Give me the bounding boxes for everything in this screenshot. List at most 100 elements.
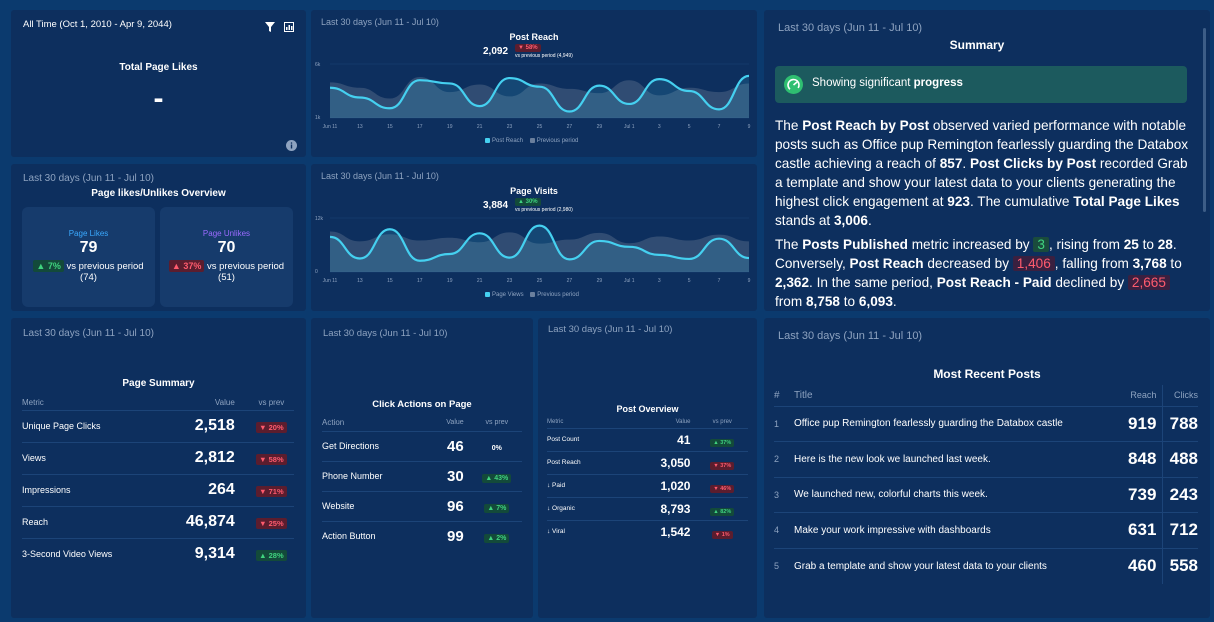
change-cell: ▲ 2% — [471, 520, 522, 551]
post-reach: 919 — [1120, 405, 1164, 442]
post-title: Grab a template and show your latest dat… — [794, 547, 1121, 584]
gauge-icon — [784, 75, 803, 99]
table-row: Post Count 41 ▲ 37% — [547, 427, 748, 451]
period-label: Last 30 days (Jun 11 - Jul 10) — [323, 328, 448, 339]
post-index: 2 — [774, 441, 794, 477]
metric-value: 8,793 — [619, 496, 697, 520]
change-cell: ▲ 28% — [248, 537, 294, 570]
col-header: Value — [446, 419, 464, 427]
y-tick-label: 6k — [315, 62, 321, 68]
metric-label: Reach — [22, 505, 156, 538]
text-segment: . — [962, 156, 970, 171]
table-row: 3 We launched new, colorful charts this w… — [774, 476, 1198, 513]
bold-text: Post Reach by Post — [802, 118, 930, 133]
x-tick-label: Jun 11 — [323, 124, 338, 130]
likes-overview-card: Last 30 days (Jun 11 - Jul 10) Page like… — [11, 164, 306, 311]
x-tick-label: 27 — [567, 278, 573, 284]
text-segment: . — [867, 213, 872, 228]
table-row: Impressions 264 ▼ 71% — [22, 473, 294, 506]
text-segment: stands at — [775, 213, 834, 228]
legend-previous: Previous period — [529, 138, 578, 144]
x-tick-label: 3 — [658, 124, 661, 130]
chart-icon[interactable] — [284, 19, 294, 37]
col-header: # — [774, 389, 780, 401]
change-cell: ▲ 7% — [471, 490, 522, 521]
summary-text: The Post Reach by Post observed varied p… — [775, 116, 1195, 311]
page-likes-box: Page Likes 79 ▲ 7% vs previous period (7… — [22, 207, 155, 307]
post-clicks: 788 — [1162, 405, 1198, 442]
table-row: 3-Second Video Views 9,314 ▲ 28% — [22, 537, 294, 570]
info-icon[interactable] — [286, 138, 297, 156]
metric-label: ↓ Organic — [547, 496, 620, 520]
bold-text: Post Clicks by Post — [969, 156, 1097, 171]
bold-text: 3,768 — [1132, 256, 1167, 271]
x-tick-label: 3 — [658, 278, 661, 284]
change-badge: ▼ 1% — [711, 530, 733, 539]
col-header: Clicks — [1174, 390, 1198, 401]
chart-title: Page Visits — [510, 186, 558, 196]
banner-text: Showing significant — [812, 77, 914, 89]
filter-icon[interactable] — [265, 19, 275, 37]
post-reach-chart-card: Last 30 days (Jun 11 - Jul 10) Post Reac… — [311, 10, 757, 157]
text-segment: The — [775, 237, 803, 252]
summary-card: Last 30 days (Jun 11 - Jul 10) Summary S… — [764, 10, 1210, 311]
metric-value: 30 — [427, 460, 472, 491]
page-unlikes-value: 70 — [217, 239, 236, 256]
post-reach: 460 — [1120, 547, 1164, 584]
total-likes-value: - — [153, 82, 164, 115]
period-label: Last 30 days (Jun 11 - Jul 10) — [778, 330, 923, 342]
x-tick-label: 27 — [567, 124, 573, 130]
chart-legend: Post Reach Previous period — [485, 138, 578, 144]
summary-paragraph-1: The Post Reach by Post observed varied p… — [775, 116, 1195, 230]
x-tick-label: 29 — [597, 124, 603, 130]
change-badge: ▲ 43% — [482, 474, 512, 483]
x-tick-label: 13 — [357, 278, 363, 284]
col-header: vs prev — [258, 398, 285, 408]
summary-paragraph-2: The Posts Published metric increased by … — [775, 235, 1195, 311]
metric-value: 264 — [155, 473, 249, 506]
bold-text: Post Reach — [849, 256, 924, 271]
chart-title: Post Reach — [509, 32, 559, 42]
metric-label: ↓ Viral — [547, 519, 620, 543]
table-row: ↓ Paid 1,020 ▼ 46% — [547, 473, 748, 497]
col-header: Action — [322, 418, 345, 428]
text-segment: from — [775, 294, 806, 309]
text-segment: metric increased by — [907, 237, 1034, 252]
legend-current: Page Views — [485, 292, 524, 298]
recent-posts-table: # Title Reach Clicks 1 Office pup Remingt… — [774, 385, 1198, 584]
progress-banner: Showing significant progress — [775, 66, 1187, 103]
card-title: Page likes/Unlikes Overview — [91, 188, 226, 199]
change-badge: 0% — [491, 445, 502, 452]
change-cell: ▲ 82% — [696, 496, 748, 520]
page-summary-card: Last 30 days (Jun 11 - Jul 10) Page Summ… — [11, 318, 306, 618]
text-segment: declined by — [1051, 275, 1128, 290]
x-tick-label: Jul 1 — [624, 124, 635, 130]
period-label: Last 30 days (Jun 11 - Jul 10) — [23, 328, 154, 339]
bold-text: 6,093 — [858, 294, 893, 309]
post-reach: 631 — [1120, 512, 1164, 548]
x-tick-label: 15 — [387, 278, 393, 284]
table-row: Reach 46,874 ▼ 25% — [22, 505, 294, 538]
vs-label: vs previous period (4,949) — [515, 53, 573, 59]
text-segment: , falling from — [1054, 256, 1133, 271]
metric-value: 9,314 — [155, 537, 249, 570]
col-header: Reach — [1120, 385, 1164, 406]
post-index: 4 — [774, 512, 794, 548]
period-label: All Time (Oct 1, 2010 - Apr 9, 2044) — [23, 19, 172, 30]
prev-value: (74) — [80, 272, 97, 283]
change-badge: ▼ 71% — [256, 486, 287, 497]
metric-value: 46 — [427, 430, 472, 461]
table-row: Action Button 99 ▲ 2% — [322, 520, 522, 551]
change-badge: ▲ 82% — [710, 507, 735, 516]
x-tick-label: 5 — [688, 124, 691, 130]
change-cell: ▼ 71% — [248, 473, 294, 506]
y-tick-label: 12k — [315, 216, 324, 222]
metric-label: Get Directions — [322, 430, 428, 461]
metric-value: 1,020 — [619, 473, 697, 497]
text-segment: decreased by — [923, 256, 1013, 271]
metric-label: ↓ Paid — [547, 473, 620, 497]
bold-text: 857 — [939, 156, 963, 171]
scrollbar[interactable] — [1203, 28, 1206, 212]
chart-value: 3,884 — [483, 200, 509, 211]
metric-label: Unique Page Clicks — [22, 409, 156, 442]
